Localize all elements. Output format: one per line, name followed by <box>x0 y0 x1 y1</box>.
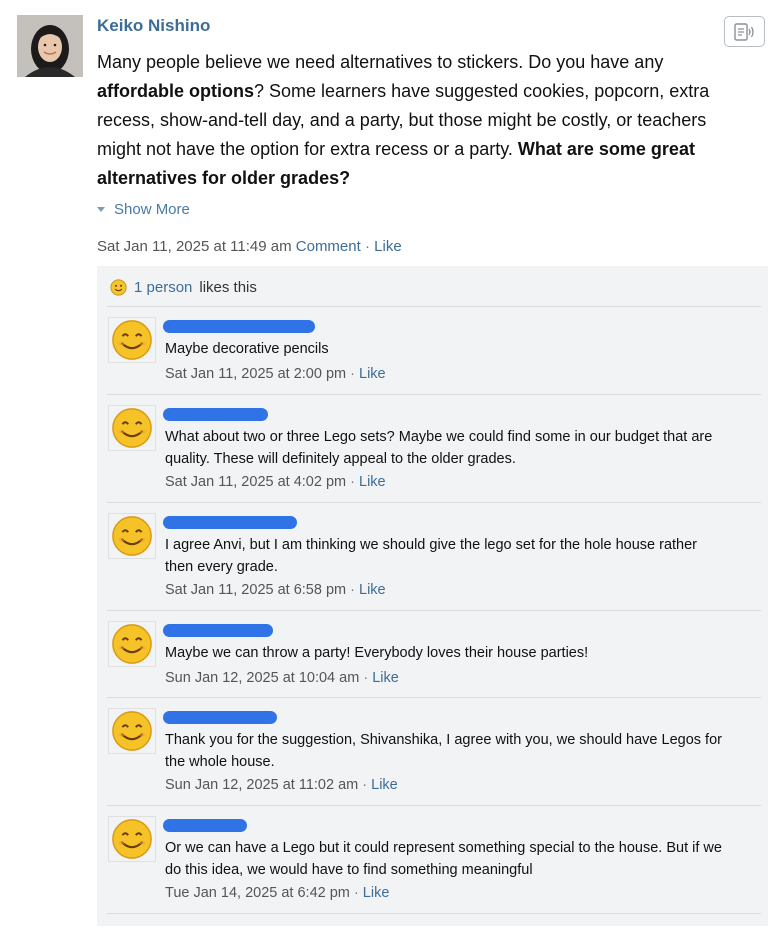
comment-timestamp: Tue Jan 14, 2025 at 6:42 pm <box>165 885 350 901</box>
comment-like-link[interactable]: Like <box>372 670 399 686</box>
divider <box>107 610 761 611</box>
smiley-face-icon <box>112 408 152 448</box>
likes-count-link[interactable]: 1 person <box>134 279 192 296</box>
redacted-commenter-name <box>163 516 297 529</box>
comment-link[interactable]: Comment <box>296 238 361 255</box>
comment-like-link[interactable]: Like <box>359 366 386 382</box>
discussion-post: Keiko Nishino Many people believe we nee… <box>0 0 768 935</box>
divider <box>107 306 761 307</box>
commenter-avatar[interactable] <box>108 317 156 363</box>
likes-summary: 1 person likes this <box>110 279 257 296</box>
comment-timestamp: Sat Jan 11, 2025 at 6:58 pm <box>165 582 347 598</box>
comment-like-link[interactable]: Like <box>371 777 398 793</box>
commenter-avatar[interactable] <box>108 405 156 451</box>
divider <box>107 697 761 698</box>
show-more-label: Show More <box>114 201 190 218</box>
smiley-reaction-icon <box>110 279 127 296</box>
comment-timestamp: Sun Jan 12, 2025 at 11:02 am <box>165 777 359 793</box>
comment-meta: Sat Jan 11, 2025 at 6:58 pm · Like <box>165 582 386 598</box>
comment-text: What about two or three Lego sets? Maybe… <box>165 429 713 467</box>
comment-like-link[interactable]: Like <box>359 474 386 490</box>
comment-meta: Sat Jan 11, 2025 at 2:00 pm · Like <box>165 366 386 382</box>
divider <box>107 913 761 914</box>
divider <box>107 502 761 503</box>
comment-text: I agree Anvi, but I am thinking we shoul… <box>165 537 697 575</box>
redacted-commenter-name <box>163 819 247 832</box>
meta-separator: · <box>350 366 355 382</box>
comment-timestamp: Sat Jan 11, 2025 at 2:00 pm <box>165 366 347 382</box>
post-emphasis-1: affordable options <box>97 81 254 101</box>
comment-meta: Sun Jan 12, 2025 at 10:04 am · Like <box>165 670 399 686</box>
comment-like-link[interactable]: Like <box>363 885 390 901</box>
meta-separator: · <box>363 670 369 686</box>
commenter-avatar[interactable] <box>108 708 156 754</box>
commenter-avatar[interactable] <box>108 513 156 559</box>
smiley-face-icon <box>112 516 152 556</box>
comment-timestamp: Sat Jan 11, 2025 at 4:02 pm <box>165 474 347 490</box>
meta-separator: · <box>364 238 370 255</box>
meta-separator: · <box>353 885 359 901</box>
divider <box>107 805 761 806</box>
post-timestamp: Sat Jan 11, 2025 at 11:49 am <box>97 238 292 255</box>
author-avatar[interactable] <box>17 15 83 77</box>
text-to-speech-button[interactable] <box>724 16 765 47</box>
show-more-toggle[interactable]: Show More <box>97 201 190 218</box>
smiley-face-icon <box>112 711 152 751</box>
text-to-speech-icon <box>733 22 754 41</box>
caret-down-icon <box>97 207 105 212</box>
author-photo-icon <box>17 15 83 77</box>
smiley-face-icon <box>112 819 152 859</box>
meta-separator: · <box>350 582 355 598</box>
likes-suffix: likes this <box>199 279 257 296</box>
post-like-link[interactable]: Like <box>374 238 402 255</box>
meta-separator: · <box>350 474 355 490</box>
smiley-face-icon <box>112 624 152 664</box>
comments-panel: 1 person likes this Maybe decorative pen… <box>97 266 768 926</box>
comment-text: Maybe we can throw a party! Everybody lo… <box>165 645 589 661</box>
comment-meta: Tue Jan 14, 2025 at 6:42 pm · Like <box>165 885 389 901</box>
comment-text: Or we can have a Lego but it could repre… <box>165 840 722 878</box>
meta-separator: · <box>362 777 368 793</box>
post-meta: Sat Jan 11, 2025 at 11:49 am Comment · L… <box>97 238 402 255</box>
author-name[interactable]: Keiko Nishino <box>97 16 210 36</box>
redacted-commenter-name <box>163 711 277 724</box>
comment-meta: Sun Jan 12, 2025 at 11:02 am · Like <box>165 777 398 793</box>
comment-meta: Sat Jan 11, 2025 at 4:02 pm · Like <box>165 474 386 490</box>
redacted-commenter-name <box>163 320 315 333</box>
comment-timestamp: Sun Jan 12, 2025 at 10:04 am <box>165 670 360 686</box>
commenter-avatar[interactable] <box>108 816 156 862</box>
commenter-avatar[interactable] <box>108 621 156 667</box>
post-body: Many people believe we need alternatives… <box>97 48 737 193</box>
post-text-1: Many people believe we need alternatives… <box>97 52 664 72</box>
redacted-commenter-name <box>163 624 273 637</box>
smiley-face-icon <box>112 320 152 360</box>
comment-text: Thank you for the suggestion, Shivanshik… <box>165 732 722 770</box>
comment-like-link[interactable]: Like <box>359 582 386 598</box>
divider <box>107 394 761 395</box>
redacted-commenter-name <box>163 408 268 421</box>
comment-text: Maybe decorative pencils <box>165 341 329 357</box>
